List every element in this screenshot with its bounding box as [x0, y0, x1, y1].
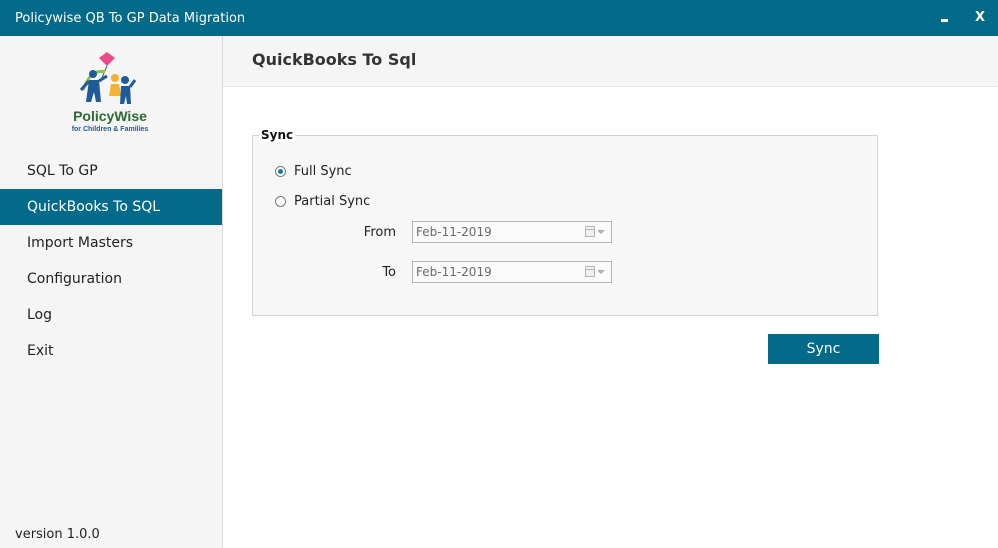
logo-tagline: for Children & Families [71, 126, 149, 133]
minimize-button[interactable] [932, 8, 956, 28]
sync-group-label: Sync [259, 128, 296, 142]
version-label: version 1.0.0 [15, 527, 100, 542]
sidebar-item-sql-to-gp[interactable]: SQL To GP [0, 153, 222, 189]
from-date-value: Feb-11-2019 [416, 225, 492, 239]
sidebar-item-import-masters[interactable]: Import Masters [0, 225, 222, 261]
close-button[interactable]: X [968, 8, 992, 28]
logo-figures-icon [79, 52, 137, 104]
calendar-icon [585, 266, 595, 277]
sidebar-item-quickbooks-to-sql[interactable]: QuickBooks To SQL [0, 189, 222, 225]
page-header: QuickBooks To Sql [223, 36, 998, 87]
sidebar-item-log[interactable]: Log [0, 297, 222, 333]
radio-checked-icon[interactable] [275, 165, 286, 177]
full-sync-label: Full Sync [294, 163, 352, 179]
minimize-icon [940, 19, 948, 22]
window-title: Policywise QB To GP Data Migration [15, 11, 246, 26]
sidebar-item-exit[interactable]: Exit [0, 333, 222, 369]
dropdown-arrow-icon[interactable] [597, 270, 605, 274]
policywise-logo: PolicyWise for Children & Families [55, 50, 165, 142]
page-title: QuickBooks To Sql [252, 50, 417, 69]
partial-sync-label: Partial Sync [294, 193, 371, 209]
to-date-value: Feb-11-2019 [416, 265, 492, 279]
sidebar-item-configuration[interactable]: Configuration [0, 261, 222, 297]
from-date-picker[interactable]: Feb-11-2019 [412, 221, 612, 243]
sidebar: PolicyWise for Children & Families SQL T… [0, 36, 223, 548]
calendar-icon [585, 226, 595, 237]
to-date-picker[interactable]: Feb-11-2019 [412, 261, 612, 283]
title-bar: Policywise QB To GP Data Migration X [0, 0, 998, 36]
partial-sync-radio[interactable]: Partial Sync [275, 192, 370, 210]
radio-unchecked-icon[interactable] [275, 195, 286, 207]
to-label: To [382, 265, 396, 280]
full-sync-radio[interactable]: Full Sync [275, 162, 352, 180]
sync-button[interactable]: Sync [768, 334, 879, 364]
logo-brand-text: PolicyWise [73, 108, 147, 124]
from-label: From [363, 225, 396, 240]
dropdown-arrow-icon[interactable] [597, 230, 605, 234]
